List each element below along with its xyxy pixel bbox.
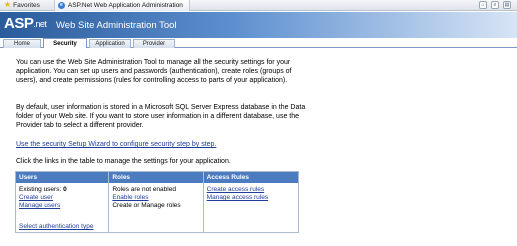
home-icon[interactable]: ⌂ [479, 1, 487, 9]
tab-home[interactable]: Home [3, 39, 41, 48]
roles-header: Roles [109, 172, 203, 183]
roles-status-text: Roles are not enabled [112, 186, 176, 193]
favorites-star-icon: ★ [4, 0, 12, 9]
storage-paragraph: By default, user information is stored i… [16, 104, 306, 130]
security-settings-table: Users Existing users: 0 Create user Mana… [15, 171, 299, 233]
intro-paragraph: You can use the Web Site Administration … [16, 59, 292, 85]
page-title: Web Site Administration Tool [56, 20, 177, 31]
tab-provider[interactable]: Provider [133, 39, 175, 48]
security-wizard-link[interactable]: Use the security Setup Wizard to configu… [16, 141, 216, 148]
site-header: ASP.net Web Site Administration Tool [0, 12, 517, 38]
existing-users-count: 0 [63, 186, 67, 193]
table-intro: Click the links in the table to manage t… [16, 158, 231, 165]
manage-users-link[interactable]: Manage users [19, 202, 105, 210]
manage-roles-text: Create or Manage roles [112, 202, 181, 209]
create-access-rules-link[interactable]: Create access rules [207, 186, 295, 194]
create-user-link[interactable]: Create user [19, 194, 105, 202]
enable-roles-link[interactable]: Enable roles [112, 194, 199, 202]
manage-access-rules-link[interactable]: Manage access rules [207, 194, 295, 202]
print-icon[interactable]: ▤ [503, 1, 511, 9]
users-column: Users Existing users: 0 Create user Mana… [16, 172, 110, 232]
roles-column: Roles Roles are not enabled Enable roles… [109, 172, 204, 232]
browser-page-icon: e [57, 1, 65, 9]
select-authentication-link[interactable]: Select authentication type [19, 223, 93, 230]
browser-tools: ⌂ ≡ ▤ [479, 1, 517, 9]
browser-toolbar: ★ Favorites e ASP.Net Web Application Ad… [0, 0, 517, 11]
existing-users-text: Existing users: 0 [19, 186, 67, 193]
favorites-label: Favorites [13, 1, 40, 9]
users-header: Users [16, 172, 109, 183]
tab-security[interactable]: Security [43, 38, 87, 48]
browser-tab-title: ASP.Net Web Application Administration [67, 1, 183, 9]
favorites-button[interactable]: ★ Favorites [0, 0, 44, 11]
browser-tab[interactable]: e ASP.Net Web Application Administration [53, 0, 190, 11]
access-rules-column: Access Rules Create access rules Manage … [203, 172, 298, 232]
tab-application[interactable]: Application [89, 39, 131, 48]
tab-strip: Home Security Application Provider [0, 38, 517, 48]
aspnet-logo: ASP.net [4, 15, 47, 32]
access-rules-header: Access Rules [203, 172, 298, 183]
feeds-icon[interactable]: ≡ [491, 1, 499, 9]
